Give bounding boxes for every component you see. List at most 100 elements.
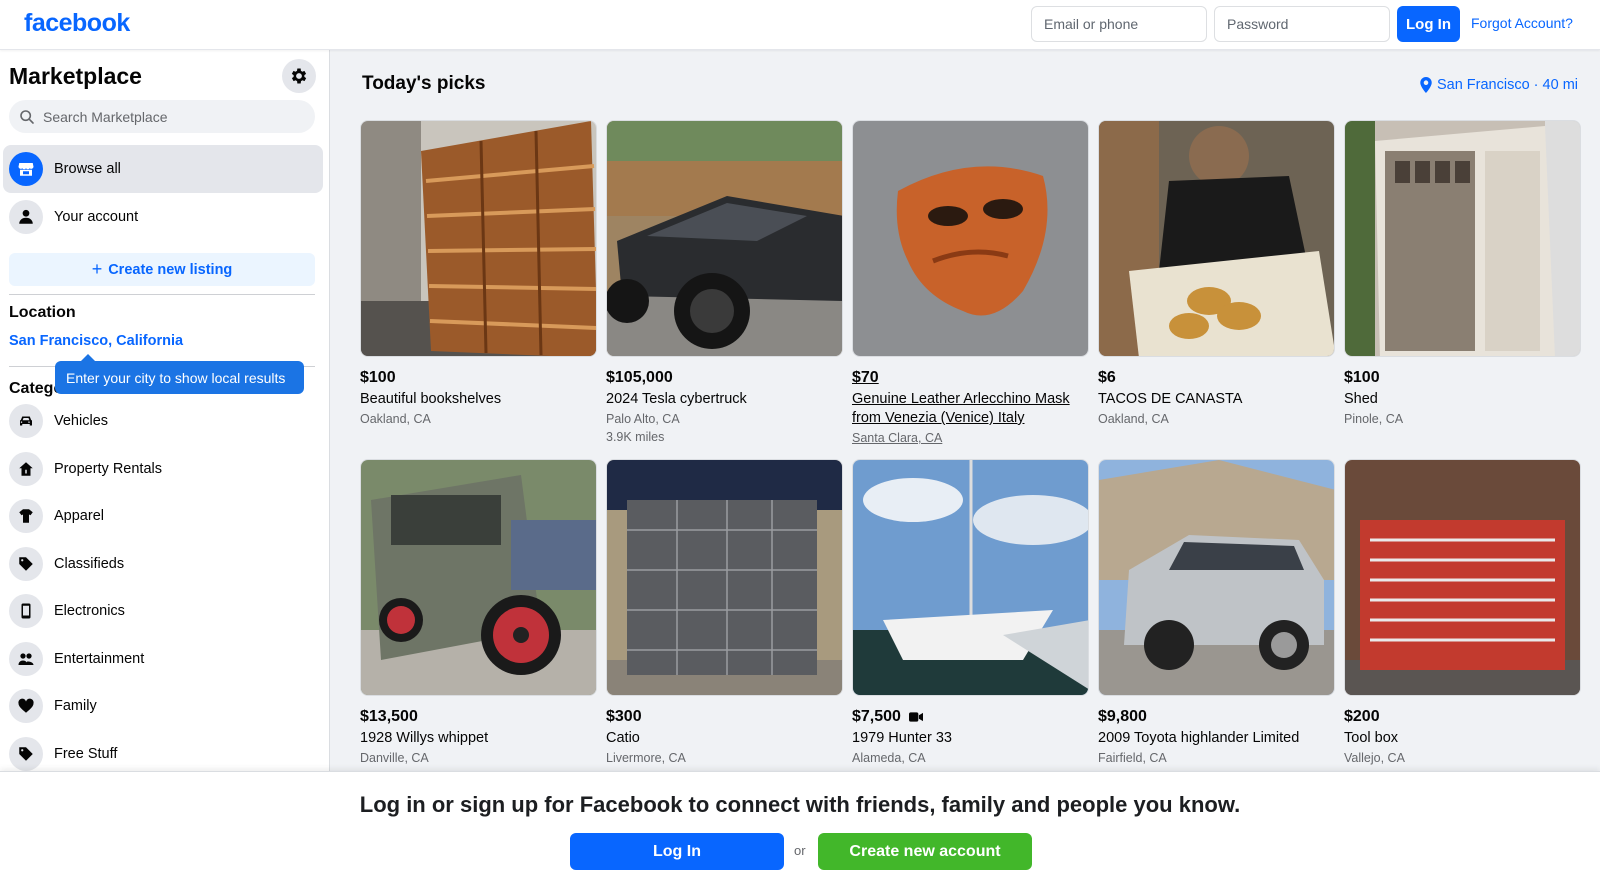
- gear-icon: [291, 68, 307, 84]
- page-title: Marketplace: [9, 63, 142, 89]
- people-icon: [9, 642, 43, 676]
- listing-card[interactable]: $6 TACOS DE CANASTA Oakland, CA: [1098, 120, 1335, 428]
- tacos-photo[interactable]: [1098, 120, 1335, 357]
- listing-location: Oakland, CA: [360, 412, 431, 426]
- listing-title: 1928 Willys whippet: [360, 730, 489, 746]
- category-label: Property Rentals: [54, 461, 162, 477]
- category-label: Vehicles: [54, 413, 109, 429]
- location-tooltip: Enter your city to show local results: [55, 354, 304, 394]
- category-entertainment[interactable]: Entertainment: [3, 635, 323, 683]
- banner-login-button[interactable]: Log In: [570, 833, 784, 870]
- email-field[interactable]: [1031, 6, 1207, 42]
- category-apparel[interactable]: Apparel: [3, 492, 323, 540]
- listing-price: $105,000: [606, 369, 673, 386]
- listing-card[interactable]: $13,500 1928 Willys whippet Danville, CA: [360, 459, 597, 767]
- listing-card[interactable]: $105,000 2024 Tesla cybertruck Palo Alto…: [606, 120, 843, 444]
- search-box[interactable]: [9, 100, 315, 133]
- listing-title: Catio: [606, 730, 640, 746]
- listing-card[interactable]: $200 Tool box Vallejo, CA: [1344, 459, 1581, 767]
- listing-card[interactable]: $9,800 2009 Toyota highlander Limited Fa…: [1098, 459, 1335, 767]
- listing-title: TACOS DE CANASTA: [1098, 391, 1243, 407]
- listing-title: 2009 Toyota highlander Limited: [1098, 730, 1300, 746]
- tag-icon: [9, 547, 43, 581]
- divider: [9, 294, 315, 295]
- create-listing-button[interactable]: + Create new listing: [9, 253, 315, 286]
- listing-price: $100: [360, 369, 396, 386]
- listing-price: $13,500: [360, 708, 418, 725]
- video-icon: [908, 712, 923, 722]
- search-input[interactable]: [43, 108, 303, 125]
- house-icon: [9, 452, 43, 486]
- location-link[interactable]: San Francisco, California: [9, 333, 183, 349]
- listing-location: Oakland, CA: [1098, 412, 1169, 426]
- category-classifieds[interactable]: Classifieds: [3, 540, 323, 588]
- nav-browse-all[interactable]: Browse all: [3, 145, 323, 193]
- phone-icon: [9, 594, 43, 628]
- search-icon: [20, 109, 34, 124]
- listing-card[interactable]: $300 Catio Livermore, CA: [606, 459, 843, 767]
- truck-photo[interactable]: [606, 120, 843, 357]
- or-separator: or: [794, 843, 806, 858]
- nav-your-account[interactable]: Your account: [3, 193, 323, 241]
- listing-title: Shed: [1344, 391, 1378, 407]
- listing-price-value: $7,500: [852, 708, 901, 725]
- listing-card[interactable]: $7,500 1979 Hunter 33 Alameda, CA: [852, 459, 1089, 767]
- location-pin-icon: [1420, 77, 1432, 93]
- category-label: Free Stuff: [54, 746, 118, 762]
- category-label: Classifieds: [54, 556, 125, 572]
- shirt-icon: [9, 499, 43, 533]
- sidebar: Marketplace Browse all Your account + Cr…: [0, 50, 330, 771]
- category-free-stuff[interactable]: Free Stuff: [3, 730, 323, 771]
- password-field[interactable]: [1214, 6, 1390, 42]
- listing-card[interactable]: $100 Beautiful bookshelves Oakland, CA: [360, 120, 597, 428]
- category-family[interactable]: Family: [3, 682, 323, 730]
- category-property-rentals[interactable]: Property Rentals: [3, 445, 323, 493]
- listing-card[interactable]: $100 Shed Pinole, CA: [1344, 120, 1581, 428]
- bookshelf-photo[interactable]: [360, 120, 597, 357]
- listing-location: Vallejo, CA: [1344, 751, 1405, 765]
- heart-icon: [9, 689, 43, 723]
- listing-location: Palo Alto, CA: [606, 412, 680, 426]
- listing-price: $70: [852, 369, 879, 386]
- plus-icon: +: [91, 259, 103, 279]
- location-filter[interactable]: San Francisco · 40 mi: [1419, 77, 1578, 93]
- create-account-button[interactable]: Create new account: [818, 833, 1032, 870]
- top-bar: facebook Log In Forgot Account?: [0, 0, 1600, 50]
- listing-location: Livermore, CA: [606, 751, 686, 765]
- tooltip-text: Enter your city to show local results: [66, 369, 286, 386]
- facebook-logo[interactable]: facebook: [24, 9, 130, 38]
- suv-photo[interactable]: [1098, 459, 1335, 696]
- toolbox-photo[interactable]: [1344, 459, 1581, 696]
- banner-text: Log in or sign up for Facebook to connec…: [359, 792, 1241, 817]
- listing-location: Pinole, CA: [1344, 412, 1404, 426]
- category-electronics[interactable]: Electronics: [3, 587, 323, 635]
- listing-price: $6: [1098, 369, 1116, 386]
- settings-button[interactable]: [282, 59, 316, 93]
- listing-price: $200: [1344, 708, 1380, 725]
- forgot-account-link[interactable]: Forgot Account?: [1471, 15, 1573, 31]
- sailboat-photo[interactable]: [852, 459, 1089, 696]
- category-label: Entertainment: [54, 651, 145, 667]
- category-label: Electronics: [54, 603, 125, 619]
- listing-mileage: 3.9K miles: [606, 430, 665, 444]
- listing-title: Tool box: [1344, 730, 1399, 746]
- vintage-car-photo[interactable]: [360, 459, 597, 696]
- listing-price: $9,800: [1098, 708, 1147, 725]
- login-button[interactable]: Log In: [1397, 6, 1460, 42]
- signup-banner: Log in or sign up for Facebook to connec…: [0, 771, 1600, 871]
- car-icon: [9, 404, 43, 438]
- listing-price: $300: [606, 708, 642, 725]
- listing-title: 1979 Hunter 33: [852, 730, 952, 746]
- mask-photo[interactable]: [852, 120, 1089, 357]
- listing-card[interactable]: $70 Genuine Leather Arlecchino Mask from…: [852, 120, 1089, 447]
- listing-location: Santa Clara, CA: [852, 431, 943, 445]
- free-tag-icon: [9, 737, 43, 771]
- shed-photo[interactable]: [1344, 120, 1581, 357]
- create-listing-label: Create new listing: [108, 261, 233, 278]
- storefront-icon: [9, 152, 43, 186]
- category-vehicles[interactable]: Vehicles: [3, 397, 323, 445]
- listing-location: Fairfield, CA: [1098, 751, 1167, 765]
- listing-title: 2024 Tesla cybertruck: [606, 391, 747, 407]
- nav-label: Your account: [54, 209, 139, 225]
- catio-photo[interactable]: [606, 459, 843, 696]
